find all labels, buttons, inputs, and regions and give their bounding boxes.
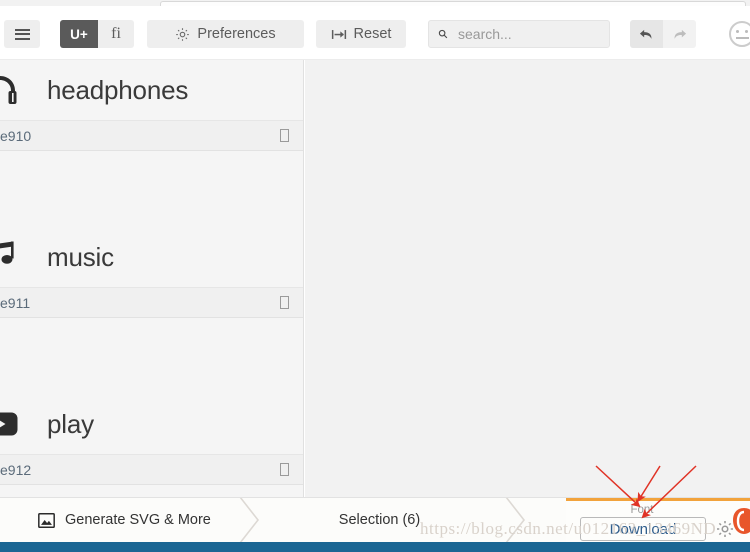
icon-code: e910	[0, 127, 32, 144]
icomoon-face-icon[interactable]	[729, 21, 750, 47]
undo-redo-group	[630, 20, 696, 48]
search-icon	[438, 29, 448, 39]
icon-grid-panel[interactable]: headphones e910 music e911 play e912	[0, 60, 304, 497]
preferences-button[interactable]: Preferences	[147, 20, 304, 48]
browser-chrome-sliver	[0, 0, 750, 9]
download-label: Download	[609, 520, 677, 538]
bottom-tab-bar: Generate SVG & More Selection (6) Font D…	[0, 497, 750, 542]
ligature-label: fi	[111, 25, 121, 42]
undo-arrow-icon	[639, 29, 652, 39]
reset-icon	[331, 29, 346, 39]
face-mouth	[736, 37, 749, 39]
icon-cell[interactable]: music e911	[0, 227, 303, 387]
icon-glyph-row[interactable]: headphones	[0, 60, 303, 121]
icon-name: music	[47, 241, 114, 272]
tofu-box-icon	[280, 129, 289, 142]
icon-code-row[interactable]: e910	[0, 121, 303, 151]
redo-button[interactable]	[663, 20, 696, 48]
search-box[interactable]	[428, 20, 610, 48]
icon-glyph-row[interactable]: music	[0, 227, 303, 288]
unicode-button[interactable]: U+	[60, 20, 98, 48]
gear-icon	[176, 27, 190, 41]
tofu-box-icon	[280, 296, 289, 309]
headphones-icon	[0, 74, 47, 106]
tab-generate-label: Generate SVG & More	[65, 512, 211, 528]
icon-name: play	[47, 408, 94, 439]
unicode-label: U+	[70, 26, 88, 42]
music-note-icon	[0, 240, 47, 274]
play-video-icon	[0, 411, 47, 437]
tab-generate-svg[interactable]: Generate SVG & More	[0, 498, 237, 542]
top-toolbar: U+ fi Preferences Reset	[0, 8, 750, 60]
bottom-blue-strip	[0, 542, 750, 552]
icon-name: headphones	[47, 74, 189, 105]
undo-button[interactable]	[630, 20, 663, 48]
tab-font[interactable]: Font Download	[566, 498, 750, 542]
tofu-box-icon	[280, 463, 289, 476]
icomoon-logo-icon[interactable]	[733, 508, 750, 534]
menu-button[interactable]	[4, 20, 40, 48]
encoding-toggle-group: U+ fi	[60, 20, 134, 48]
icon-code: e912	[0, 461, 32, 478]
reset-label: Reset	[353, 26, 392, 42]
icon-glyph-row[interactable]: play	[0, 394, 303, 455]
search-input[interactable]	[456, 25, 600, 43]
ligature-button[interactable]: fi	[98, 20, 134, 48]
workspace-empty-area[interactable]	[305, 60, 750, 497]
icon-code-row[interactable]: e911	[0, 288, 303, 318]
hamburger-icon	[14, 28, 30, 40]
preferences-label: Preferences	[197, 26, 276, 42]
tab-font-label: Font	[630, 504, 654, 516]
download-button[interactable]: Download	[580, 517, 706, 541]
icon-code: e911	[0, 294, 31, 311]
face-eye-right	[745, 30, 748, 33]
face-eye-left	[736, 30, 739, 33]
icon-cell[interactable]: headphones e910	[0, 60, 303, 220]
reset-button[interactable]: Reset	[316, 20, 406, 48]
icon-cell[interactable]: play e912	[0, 394, 303, 497]
image-icon	[38, 512, 55, 528]
icon-code-row[interactable]: e912	[0, 455, 303, 485]
tab-selection-label: Selection (6)	[338, 512, 421, 528]
gear-icon[interactable]	[715, 519, 735, 539]
redo-arrow-icon	[674, 29, 687, 39]
tab-selection[interactable]: Selection (6)	[237, 498, 522, 542]
